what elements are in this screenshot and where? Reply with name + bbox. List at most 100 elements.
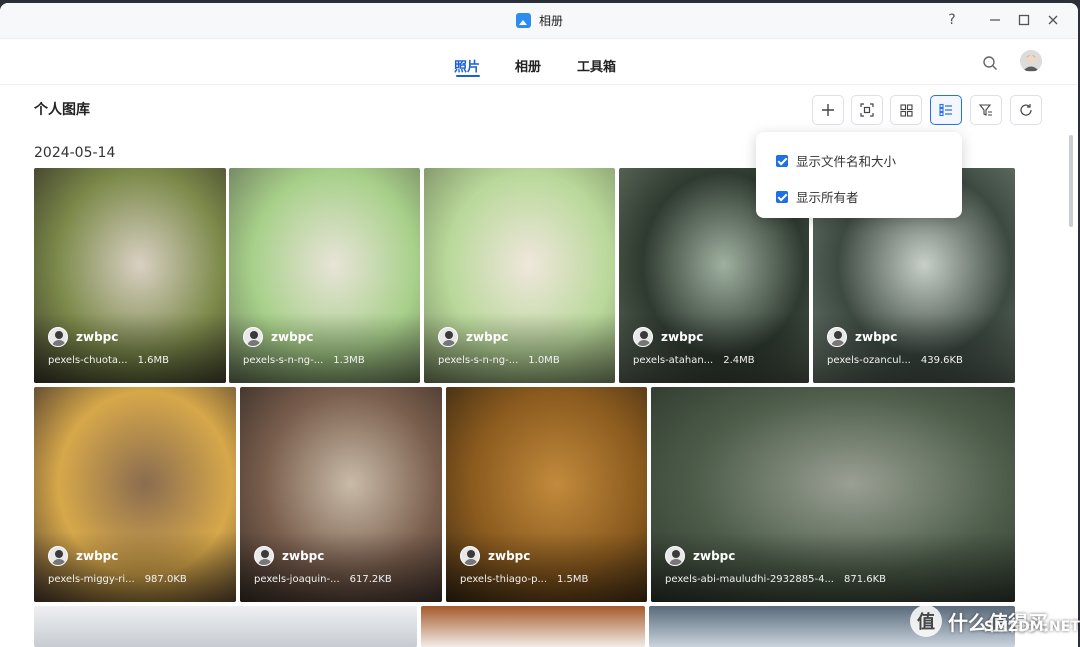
photo-tile[interactable]	[421, 606, 645, 647]
photo-file-info: pexels-chuota... 1.6MB	[48, 355, 169, 366]
tab-toolbox[interactable]: 工具箱	[577, 56, 616, 75]
scan-icon	[860, 103, 874, 117]
photo-filename: pexels-s-n-ng-...	[438, 355, 519, 366]
photo-owner: zwbpc	[48, 546, 118, 566]
photo-tile[interactable]	[34, 606, 417, 647]
photo-filesize: 871.6KB	[843, 574, 887, 585]
maximize-icon	[1018, 14, 1030, 26]
display-options-menu: 显示文件名和大小 显示所有者	[756, 132, 962, 218]
photo-file-info: pexels-s-n-ng-... 1.0MB	[438, 355, 560, 366]
photo-overlay	[651, 532, 1015, 602]
owner-avatar-icon	[665, 546, 685, 566]
owner-avatar-icon	[243, 327, 263, 347]
refresh-button[interactable]	[1010, 95, 1042, 125]
photo-filename: pexels-abi-mauludhi-2932885-4...	[665, 574, 834, 585]
search-icon	[983, 56, 997, 70]
photo-filename: pexels-joaquin-...	[254, 574, 340, 585]
photo-overlay	[240, 532, 442, 602]
refresh-icon	[1020, 104, 1032, 116]
grid-view-button[interactable]	[890, 95, 922, 125]
photo-filename: pexels-thiago-p...	[460, 574, 547, 585]
display-options-button[interactable]	[930, 95, 962, 125]
photo-tile[interactable]: zwbpc pexels-chuota... 1.6MB	[34, 168, 226, 383]
photo-filename: pexels-ozancul...	[827, 355, 911, 366]
owner-avatar-icon	[254, 546, 274, 566]
photo-owner: zwbpc	[665, 546, 735, 566]
checkbox-checked-icon[interactable]	[776, 154, 788, 167]
help-button[interactable]: ?	[943, 11, 961, 29]
photo-overlay	[34, 532, 236, 602]
photo-tile[interactable]: zwbpc pexels-abi-mauludhi-2932885-4... 871…	[651, 387, 1015, 602]
maximize-button[interactable]	[1015, 11, 1033, 29]
show-owner-option[interactable]: 显示所有者	[776, 187, 859, 206]
photo-filesize: 1.0MB	[528, 355, 560, 366]
filter-button[interactable]	[970, 95, 1002, 125]
photo-file-info: pexels-atahan... 2.4MB	[633, 355, 755, 366]
owner-name: zwbpc	[76, 330, 119, 344]
title-bar: 相册 ?	[0, 3, 1078, 39]
photo-overlay	[34, 313, 226, 383]
photo-owner: zwbpc	[633, 327, 703, 347]
photo-tile[interactable]: zwbpc pexels-miggy-ri... 987.0KB	[34, 387, 236, 602]
photo-tile[interactable]: zwbpc pexels-s-n-ng-... 1.3MB	[229, 168, 420, 383]
photo-overlay	[229, 313, 420, 383]
photo-owner: zwbpc	[243, 327, 313, 347]
date-group-label: 2024-05-14	[34, 145, 116, 161]
photo-file-info: pexels-abi-mauludhi-2932885-4... 871.6KB	[665, 574, 886, 585]
photo-tile[interactable]: zwbpc pexels-s-n-ng-... 1.0MB	[424, 168, 615, 383]
owner-name: zwbpc	[282, 549, 325, 563]
photo-overlay	[813, 313, 1015, 383]
photo-file-info: pexels-ozancul... 439.6KB	[827, 355, 963, 366]
photo-tile[interactable]: zwbpc pexels-joaquin-... 617.2KB	[240, 387, 442, 602]
photo-tile[interactable]: zwbpc pexels-thiago-p... 1.5MB	[446, 387, 647, 602]
owner-name: zwbpc	[488, 549, 531, 563]
watermark-logo: 值	[910, 605, 942, 637]
avatar-face-icon	[1020, 50, 1042, 72]
owner-avatar-icon	[633, 327, 653, 347]
app-photos-icon	[516, 13, 531, 28]
minimize-icon	[990, 19, 1000, 21]
grid-icon	[899, 103, 913, 117]
photo-owner: zwbpc	[254, 546, 324, 566]
owner-avatar-icon	[48, 327, 68, 347]
photo-filesize: 439.6KB	[920, 355, 963, 366]
photo-owner: zwbpc	[460, 546, 530, 566]
photo-filename: pexels-chuota...	[48, 355, 128, 366]
photo-overlay	[619, 313, 809, 383]
plus-icon	[822, 104, 834, 116]
owner-avatar-icon	[48, 546, 68, 566]
add-button[interactable]	[812, 95, 844, 125]
tab-albums[interactable]: 相册	[515, 56, 541, 75]
search-button[interactable]	[982, 55, 1000, 73]
photos-window: 相册 ? 照片 相册 工具箱 个人图库 2024-05-14 显示文件名和大小 …	[0, 3, 1078, 647]
photo-file-info: pexels-miggy-ri... 987.0KB	[48, 574, 187, 585]
show-filename-size-option[interactable]: 显示文件名和大小	[776, 151, 896, 170]
scrollbar-thumb[interactable]	[1069, 135, 1073, 227]
photo-filesize: 2.4MB	[723, 355, 755, 366]
owner-avatar-icon	[827, 327, 847, 347]
question-icon: ?	[948, 12, 956, 28]
tab-photos[interactable]: 照片	[454, 56, 480, 75]
owner-name: zwbpc	[855, 330, 898, 344]
minimize-button[interactable]	[986, 11, 1004, 29]
owner-avatar-icon	[438, 327, 458, 347]
photo-filesize: 987.0KB	[144, 574, 187, 585]
page-title: 个人图库	[34, 102, 90, 118]
photo-file-info: pexels-s-n-ng-... 1.3MB	[243, 355, 365, 366]
checkbox-checked-icon[interactable]	[776, 190, 788, 203]
owner-name: zwbpc	[271, 330, 314, 344]
photo-filesize: 1.6MB	[137, 355, 169, 366]
face-scan-button[interactable]	[851, 95, 883, 125]
window-title-group: 相册	[516, 12, 563, 29]
photo-overlay	[424, 313, 615, 383]
owner-name: zwbpc	[693, 549, 736, 563]
photo-file-info: pexels-joaquin-... 617.2KB	[254, 574, 392, 585]
photo-overlay	[446, 532, 647, 602]
user-avatar[interactable]	[1020, 50, 1042, 72]
photo-filesize: 617.2KB	[349, 574, 392, 585]
owner-avatar-icon	[460, 546, 480, 566]
main-tabs: 照片 相册 工具箱	[0, 39, 1078, 85]
close-button[interactable]	[1044, 11, 1062, 29]
filter-icon	[979, 104, 992, 116]
photo-file-info: pexels-thiago-p... 1.5MB	[460, 574, 588, 585]
